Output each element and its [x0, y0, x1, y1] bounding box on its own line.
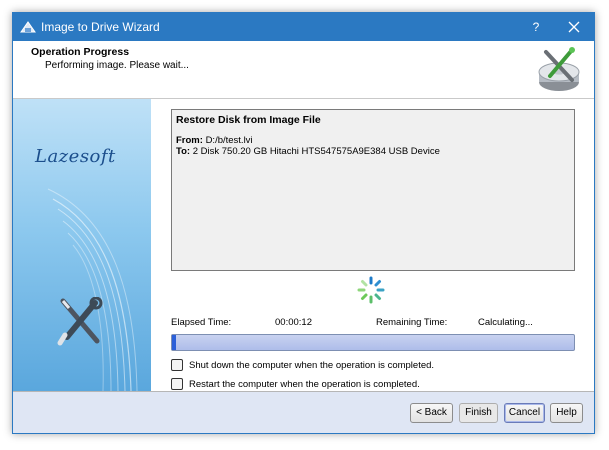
help-button[interactable]: Help: [550, 403, 583, 423]
wizard-app-icon: [20, 21, 36, 33]
shutdown-checkbox[interactable]: [171, 359, 183, 371]
brand-logo: Lazesoft: [35, 146, 116, 167]
target-row: To: 2 Disk 750.20 GB Hitachi HTS547575A9…: [176, 146, 570, 157]
wizard-header: Operation Progress Performing image. Ple…: [13, 41, 594, 99]
page-subtitle: Performing image. Please wait...: [45, 60, 189, 71]
sidebar-wave-graphic: [47, 188, 138, 391]
time-status: Elapsed Time: 00:00:12 Remaining Time: C…: [171, 317, 575, 331]
back-button[interactable]: < Back: [410, 403, 453, 423]
operation-details: Restore Disk from Image File From: D:/b/…: [171, 109, 575, 271]
spinner-icon: [357, 276, 385, 304]
title-bar[interactable]: Image to Drive Wizard ?: [13, 13, 594, 41]
remaining-value: Calculating...: [478, 317, 533, 328]
remaining-label: Remaining Time:: [376, 317, 448, 328]
elapsed-label: Elapsed Time:: [171, 317, 232, 328]
disk-tools-icon: [538, 47, 580, 91]
brand-sidebar: Lazesoft: [13, 99, 151, 391]
cancel-button[interactable]: Cancel: [504, 403, 545, 423]
restart-checkbox[interactable]: [171, 378, 183, 390]
source-row: From: D:/b/test.lvi: [176, 135, 570, 146]
wizard-window: Image to Drive Wizard ? Operation Progre…: [12, 12, 595, 434]
wizard-content: Restore Disk from Image File From: D:/b/…: [151, 99, 594, 391]
close-icon: [568, 21, 580, 33]
progress-fill: [172, 335, 177, 350]
wrench-screwdriver-icon: [57, 297, 103, 346]
source-value: D:/b/test.lvi: [205, 135, 253, 146]
finish-button[interactable]: Finish: [459, 403, 498, 423]
target-value: 2 Disk 750.20 GB Hitachi HTS547575A9E384…: [192, 146, 440, 157]
button-bar: < Back Finish Cancel Help: [13, 391, 594, 433]
close-button[interactable]: [562, 18, 586, 36]
page-title: Operation Progress: [31, 46, 130, 58]
progress-bar: [171, 334, 575, 351]
title-help-button[interactable]: ?: [525, 18, 547, 36]
window-title: Image to Drive Wizard: [41, 20, 160, 34]
operation-title: Restore Disk from Image File: [176, 114, 321, 126]
shutdown-label[interactable]: Shut down the computer when the operatio…: [189, 360, 434, 371]
elapsed-value: 00:00:12: [275, 317, 312, 328]
target-label: To:: [176, 146, 191, 157]
source-label: From:: [176, 135, 203, 146]
restart-label[interactable]: Restart the computer when the operation …: [189, 379, 420, 390]
